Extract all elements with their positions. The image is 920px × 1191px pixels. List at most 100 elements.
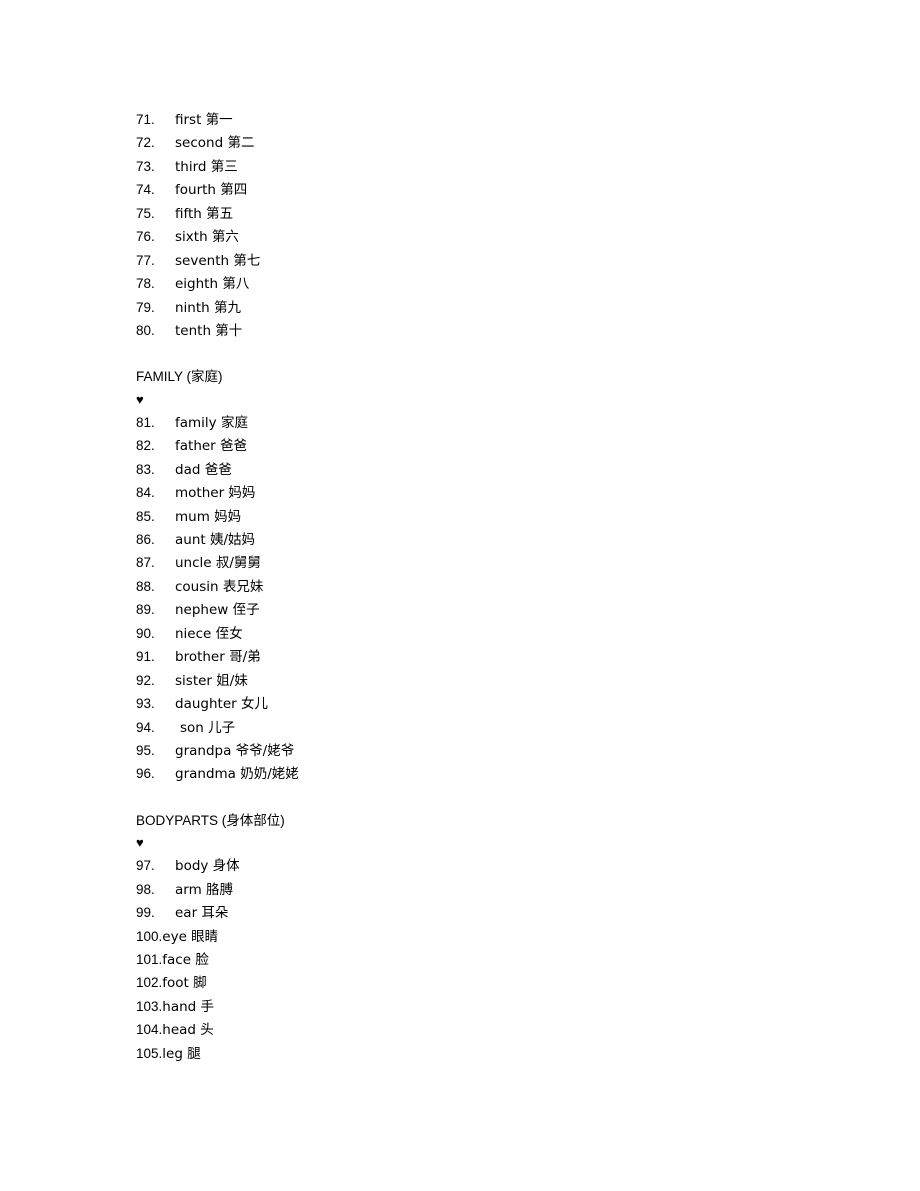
vocab-entry-number: 89. — [136, 602, 155, 618]
vocab-entry: 74. fourth 第四 — [136, 178, 836, 201]
vocab-entry: 73. third 第三 — [136, 155, 836, 178]
vocab-entry: 76. sixth 第六 — [136, 225, 836, 248]
vocab-entry: 84. mother 妈妈 — [136, 481, 836, 504]
vocab-entry-text: grandma 奶奶/姥姥 — [175, 766, 299, 783]
vocab-entry-text: face 脸 — [162, 952, 209, 968]
document-body: 71. first 第一 72. second 第二 73. third 第三 74. fou… — [136, 108, 836, 1065]
vocab-entry-number: 83. — [136, 461, 155, 477]
vocab-entry-text: son 儿子 — [180, 719, 236, 736]
vocab-entry-number: 82. — [136, 438, 155, 454]
vocab-entry: 80. tenth 第十 — [136, 319, 836, 342]
vocab-entry-text: cousin 表兄妹 — [175, 578, 264, 595]
vocab-entry-text: aunt 姨/姑妈 — [175, 532, 256, 548]
vocab-entry-text: third 第三 — [175, 158, 238, 175]
vocab-entry-number: 73. — [136, 158, 155, 174]
vocab-entry-number: 75. — [136, 205, 155, 221]
vocab-entry: 88. cousin 表兄妹 — [136, 575, 836, 598]
vocab-entry-number: 86. — [136, 532, 155, 547]
vocab-entry-number: 100. — [136, 928, 163, 944]
vocab-entry: 98. arm 胳膊 — [136, 878, 836, 901]
vocab-entry-number: 78. — [136, 276, 155, 292]
vocab-entry-number: 93. — [136, 696, 155, 712]
vocab-entry-number: 95. — [136, 742, 155, 758]
vocab-entry-number: 91. — [136, 649, 155, 665]
vocab-entry-text: leg 腿 — [162, 1045, 201, 1062]
vocab-entry: 81. family 家庭 — [136, 411, 836, 434]
vocab-entry-number: 79. — [136, 299, 155, 315]
vocab-entry-text: brother 哥/弟 — [175, 649, 261, 666]
vocab-entry-text: ninth 第九 — [175, 299, 242, 316]
vocab-entry-text: father 爸爸 — [175, 438, 248, 455]
vocab-entry: 96. grandma 奶奶/姥姥 — [136, 762, 836, 785]
vocab-entry-number: 80. — [136, 322, 155, 338]
vocab-entry: 77. seventh 第七 — [136, 249, 836, 272]
vocab-entry: 83. dad 爸爸 — [136, 458, 836, 481]
ordinal-numbers-list: 71. first 第一 72. second 第二 73. third 第三 74. fou… — [136, 108, 836, 342]
vocab-entry-text: foot 脚 — [162, 975, 207, 992]
vocab-entry-text: first 第一 — [175, 112, 233, 128]
vocab-entry-number: 99. — [136, 905, 155, 921]
family-list: 81. family 家庭 82. father 爸爸 83. dad 爸爸 84. moth… — [136, 411, 836, 786]
section-heading-bodyparts: BODYPARTS (身体部位) — [136, 812, 285, 828]
vocab-entry-number: 102. — [136, 975, 163, 991]
heart-bullet-family: ♥ — [136, 391, 144, 407]
vocab-entry-number: 88. — [136, 578, 155, 594]
vocab-entry-number: 84. — [136, 485, 155, 501]
vocab-entry-text: mother 妈妈 — [175, 485, 256, 502]
vocab-entry-text: sixth 第六 — [175, 229, 239, 246]
vocab-entry-text: ear 耳朵 — [175, 905, 229, 922]
document-page: 71. first 第一 72. second 第二 73. third 第三 74. fou… — [0, 0, 920, 1191]
vocab-entry: 91. brother 哥/弟 — [136, 645, 836, 668]
vocab-entry-text: tenth 第十 — [175, 322, 243, 339]
vocab-entry-text: fifth 第五 — [175, 205, 234, 222]
vocab-entry-number: 101. — [136, 952, 163, 967]
vocab-entry: 90. niece 侄女 — [136, 622, 836, 645]
vocab-entry-text: dad 爸爸 — [175, 461, 232, 478]
vocab-entry-text: grandpa 爷爷/姥爷 — [175, 742, 295, 759]
vocab-entry-number: 94. — [136, 719, 155, 735]
vocab-entry-text: head 头 — [162, 1022, 214, 1039]
vocab-entry-text: second 第二 — [175, 135, 255, 152]
vocab-entry: 89. nephew 侄子 — [136, 598, 836, 621]
vocab-entry-number: 81. — [136, 414, 155, 430]
vocab-entry: 93. daughter 女儿 — [136, 692, 836, 715]
vocab-entry-text: niece 侄女 — [175, 625, 243, 642]
vocab-entry-text: nephew 侄子 — [175, 602, 260, 619]
vocab-entry-text: hand 手 — [162, 998, 215, 1015]
vocab-entry-number: 85. — [136, 508, 155, 524]
vocab-entry: 99. ear 耳朵 — [136, 901, 836, 924]
vocab-entry: 94. son 儿子 — [136, 716, 836, 739]
vocab-entry-text: uncle 叔/舅舅 — [175, 555, 261, 572]
vocab-entry-number: 77. — [136, 252, 155, 268]
vocab-entry: 104.head 头 — [136, 1018, 836, 1041]
vocab-entry: 100.eye 眼睛 — [136, 925, 836, 948]
vocab-entry-number: 104. — [136, 1022, 163, 1038]
vocab-entry-number: 103. — [136, 998, 163, 1014]
vocab-entry-text: daughter 女儿 — [175, 696, 268, 713]
vocab-entry-text: fourth 第四 — [175, 182, 248, 199]
vocab-entry: 86. aunt 姨/姑妈 — [136, 528, 836, 551]
vocab-entry: 102.foot 脚 — [136, 971, 836, 994]
vocab-entry-text: eye 眼睛 — [162, 928, 219, 945]
vocab-entry: 101.face 脸 — [136, 948, 836, 971]
vocab-entry: 72. second 第二 — [136, 131, 836, 154]
vocab-entry: 92. sister 姐/妹 — [136, 669, 836, 692]
vocab-entry-number: 96. — [136, 766, 155, 782]
vocab-entry: 85. mum 妈妈 — [136, 505, 836, 528]
vocab-entry-number: 72. — [136, 135, 155, 151]
vocab-entry: 71. first 第一 — [136, 108, 836, 131]
vocab-entry-number: 87. — [136, 555, 155, 571]
vocab-entry-number: 76. — [136, 229, 155, 245]
vocab-entry: 105.leg 腿 — [136, 1042, 836, 1065]
vocab-entry: 103.hand 手 — [136, 995, 836, 1018]
bodyparts-list: 97. body 身体 98. arm 胳膊 99. ear 耳朵 100.eye 眼睛 10… — [136, 854, 836, 1065]
vocab-entry-text: sister 姐/妹 — [175, 672, 248, 689]
vocab-entry-number: 105. — [136, 1045, 163, 1061]
vocab-entry: 75. fifth 第五 — [136, 202, 836, 225]
section-heading-family: FAMILY (家庭) — [136, 369, 223, 385]
vocab-entry-text: body 身体 — [175, 858, 240, 875]
vocab-entry: 97. body 身体 — [136, 854, 836, 877]
vocab-entry-text: family 家庭 — [175, 414, 248, 431]
vocab-entry: 95. grandpa 爷爷/姥爷 — [136, 739, 836, 762]
